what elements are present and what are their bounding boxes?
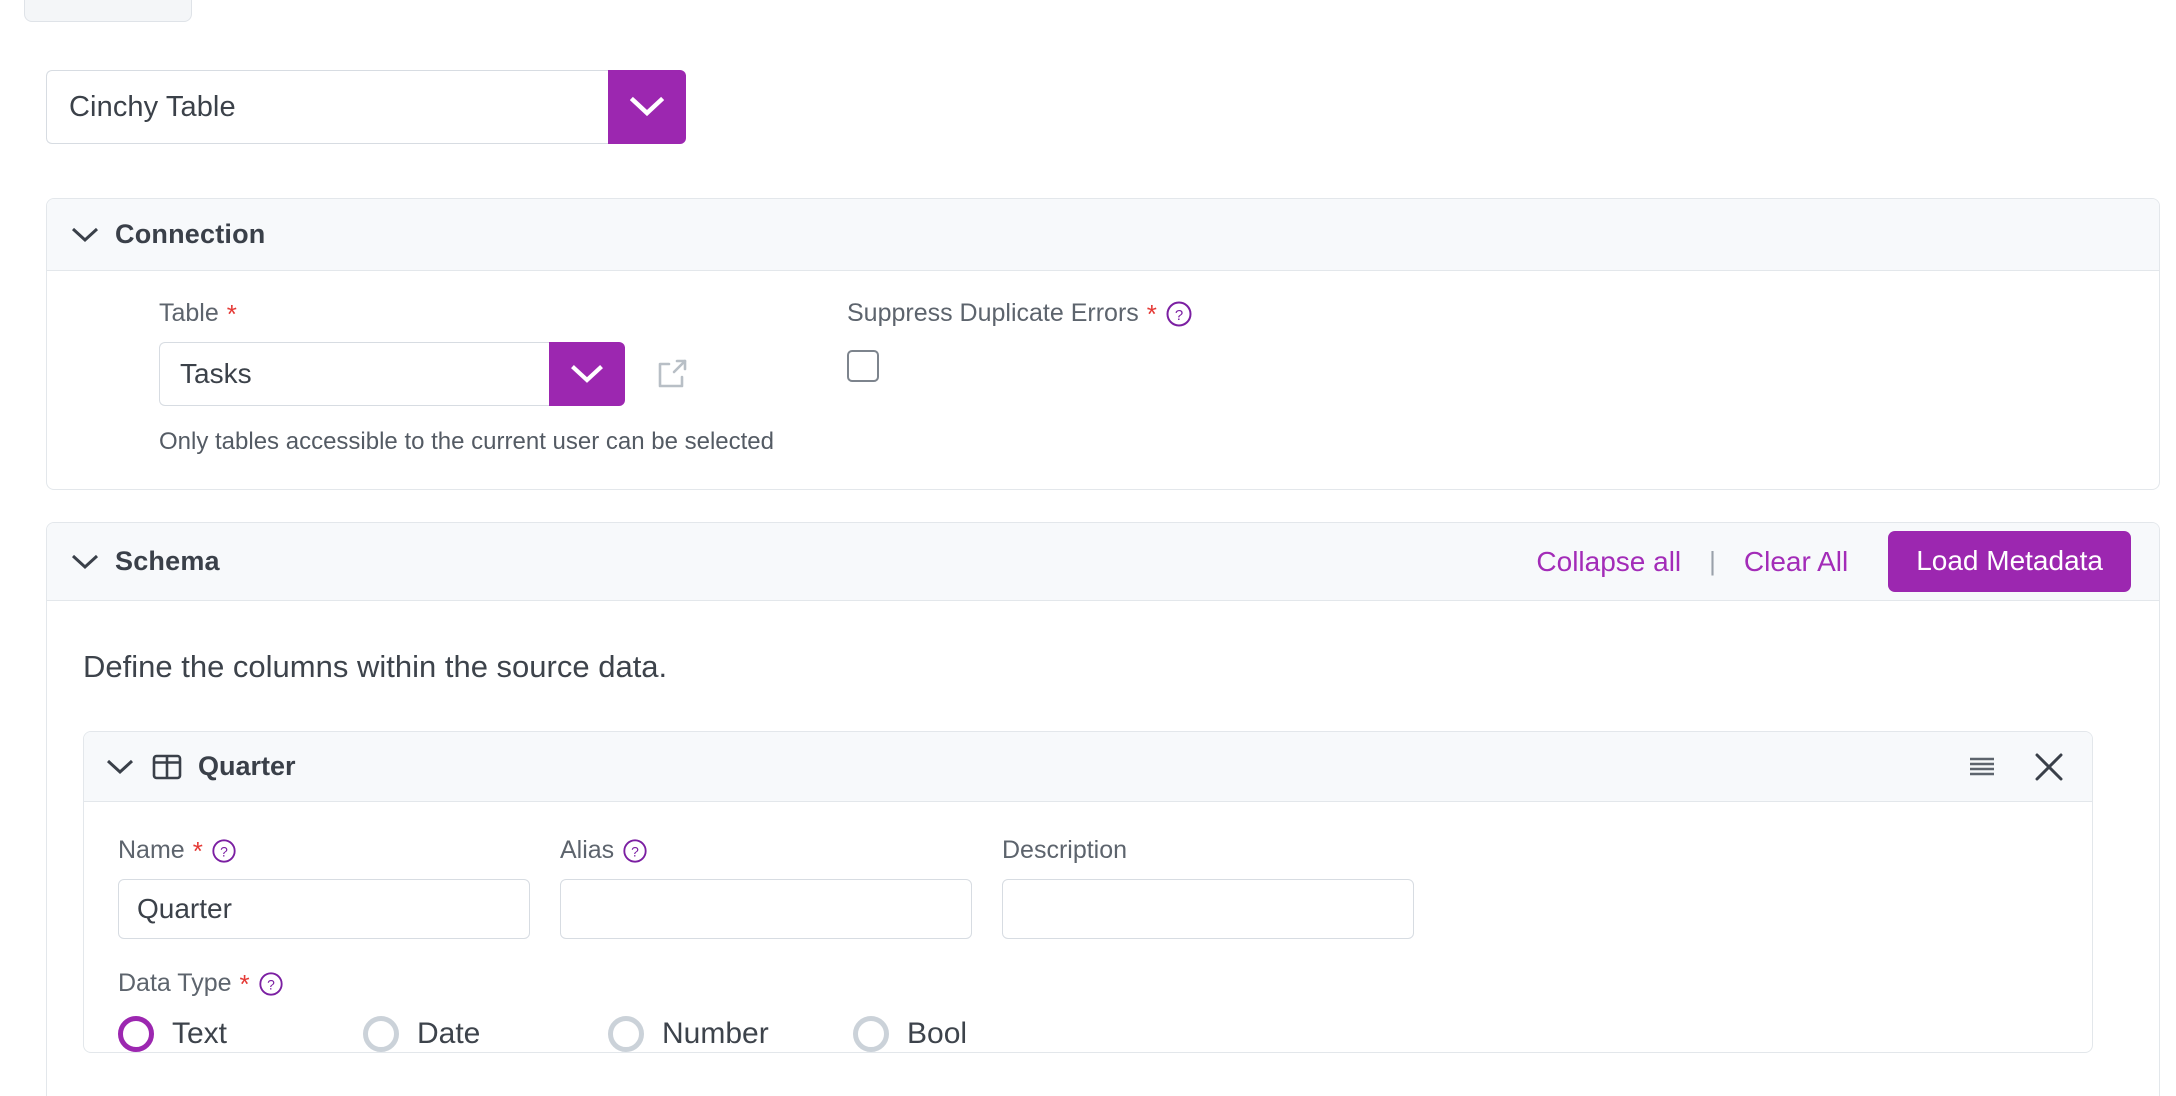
radio-label: Date: [417, 1017, 481, 1050]
help-circle-icon[interactable]: ?: [622, 838, 648, 864]
column-card-body: Name * ? Quarter Alias ? Description Dat…: [84, 802, 2092, 1052]
column-card-header[interactable]: Quarter: [84, 732, 2092, 802]
chevron-down-icon[interactable]: [71, 553, 99, 571]
connector-type-dropdown-button[interactable]: [608, 70, 686, 144]
connector-type-select[interactable]: Cinchy Table: [46, 70, 686, 144]
close-icon[interactable]: [2032, 750, 2066, 784]
svg-text:?: ?: [220, 843, 228, 859]
radio-label: Text: [172, 1017, 228, 1050]
name-input[interactable]: Quarter: [118, 879, 530, 939]
clear-all-button[interactable]: Clear All: [1722, 546, 1870, 578]
radio-indicator[interactable]: [608, 1016, 644, 1052]
svg-text:?: ?: [1175, 307, 1183, 324]
radio-label: Bool: [907, 1017, 968, 1050]
radio-indicator[interactable]: [118, 1016, 154, 1052]
suppress-duplicate-errors-group: Suppress Duplicate Errors * ?: [847, 299, 1193, 382]
required-marker: *: [192, 835, 203, 866]
svg-text:?: ?: [631, 843, 639, 859]
connector-type-value[interactable]: Cinchy Table: [46, 70, 608, 144]
table-select-value[interactable]: Tasks: [159, 342, 549, 406]
table-field-group: Table * Tasks Only tables accessible to …: [159, 299, 774, 456]
connection-panel-header[interactable]: Connection: [47, 199, 2159, 271]
description-label: Description: [1002, 836, 1128, 864]
alias-input[interactable]: [560, 879, 972, 939]
suppress-label-row: Suppress Duplicate Errors * ?: [847, 299, 1193, 328]
external-link-icon[interactable]: [655, 357, 689, 391]
radio-option-bool[interactable]: Bool: [853, 1016, 1098, 1052]
description-field-group: Description: [1002, 836, 1414, 939]
svg-text:?: ?: [267, 976, 275, 992]
table-columns-icon: [152, 753, 182, 781]
required-marker: *: [1146, 298, 1157, 329]
chevron-down-icon[interactable]: [71, 226, 99, 244]
alias-field-group: Alias ?: [560, 836, 972, 939]
table-select[interactable]: Tasks: [159, 342, 774, 406]
schema-header-actions: Collapse all | Clear All Load Metadata: [1514, 531, 2131, 592]
chevron-down-icon[interactable]: [106, 758, 134, 776]
radio-option-date[interactable]: Date: [363, 1016, 608, 1052]
schema-panel-header: Schema Collapse all | Clear All Load Met…: [47, 523, 2159, 601]
connection-panel-title: Connection: [115, 219, 266, 249]
description-input[interactable]: [1002, 879, 1414, 939]
schema-description: Define the columns within the source dat…: [83, 649, 668, 684]
schema-panel-body: Define the columns within the source dat…: [47, 601, 2159, 1053]
radio-label: Number: [662, 1017, 769, 1050]
help-circle-icon[interactable]: ?: [1165, 300, 1193, 328]
column-field-row: Name * ? Quarter Alias ? Description: [118, 836, 2092, 939]
radio-indicator[interactable]: [853, 1016, 889, 1052]
data-type-label-row: Data Type * ?: [118, 969, 2092, 998]
alias-label-row: Alias ?: [560, 836, 972, 865]
radio-option-text[interactable]: Text: [118, 1016, 363, 1052]
suppress-duplicate-errors-label: Suppress Duplicate Errors: [847, 299, 1139, 327]
help-circle-icon[interactable]: ?: [211, 838, 237, 864]
data-type-radio-group: Text Date Number Bool: [118, 1016, 2092, 1052]
table-hint: Only tables accessible to the current us…: [159, 428, 774, 455]
radio-option-number[interactable]: Number: [608, 1016, 853, 1052]
connection-panel: Connection Table * Tasks Only tables acc…: [46, 198, 2160, 490]
load-metadata-button[interactable]: Load Metadata: [1888, 531, 2131, 592]
connection-panel-body: Table * Tasks Only tables accessible to …: [47, 271, 2159, 483]
table-label: Table: [159, 299, 219, 327]
suppress-duplicate-errors-checkbox[interactable]: [847, 350, 879, 382]
drag-handle-icon[interactable]: [1966, 754, 1998, 780]
collapse-all-button[interactable]: Collapse all: [1514, 546, 1703, 578]
table-label-row: Table *: [159, 299, 774, 328]
radio-indicator[interactable]: [363, 1016, 399, 1052]
alias-label: Alias: [560, 836, 615, 864]
column-card-quarter: Quarter Name * ? Quarter Alias ? Descrip…: [83, 731, 2093, 1053]
tab-fragment[interactable]: [24, 0, 192, 22]
name-label-row: Name * ?: [118, 836, 530, 865]
app-root: Cinchy Table Connection Table * Tasks On…: [0, 0, 2176, 1096]
data-type-label: Data Type: [118, 969, 232, 997]
required-marker: *: [226, 298, 237, 329]
action-separator: |: [1709, 546, 1716, 576]
name-label: Name: [118, 836, 185, 864]
required-marker: *: [239, 968, 250, 999]
schema-panel: Schema Collapse all | Clear All Load Met…: [46, 522, 2160, 1096]
schema-panel-title: Schema: [115, 546, 220, 576]
column-header-icons: [1966, 750, 2066, 784]
chevron-down-icon: [571, 365, 603, 383]
name-field-group: Name * ? Quarter: [118, 836, 530, 939]
help-circle-icon[interactable]: ?: [258, 971, 284, 997]
description-label-row: Description: [1002, 836, 1414, 865]
table-dropdown-button[interactable]: [549, 342, 625, 406]
column-title: Quarter: [198, 751, 296, 781]
chevron-down-icon: [630, 96, 664, 117]
